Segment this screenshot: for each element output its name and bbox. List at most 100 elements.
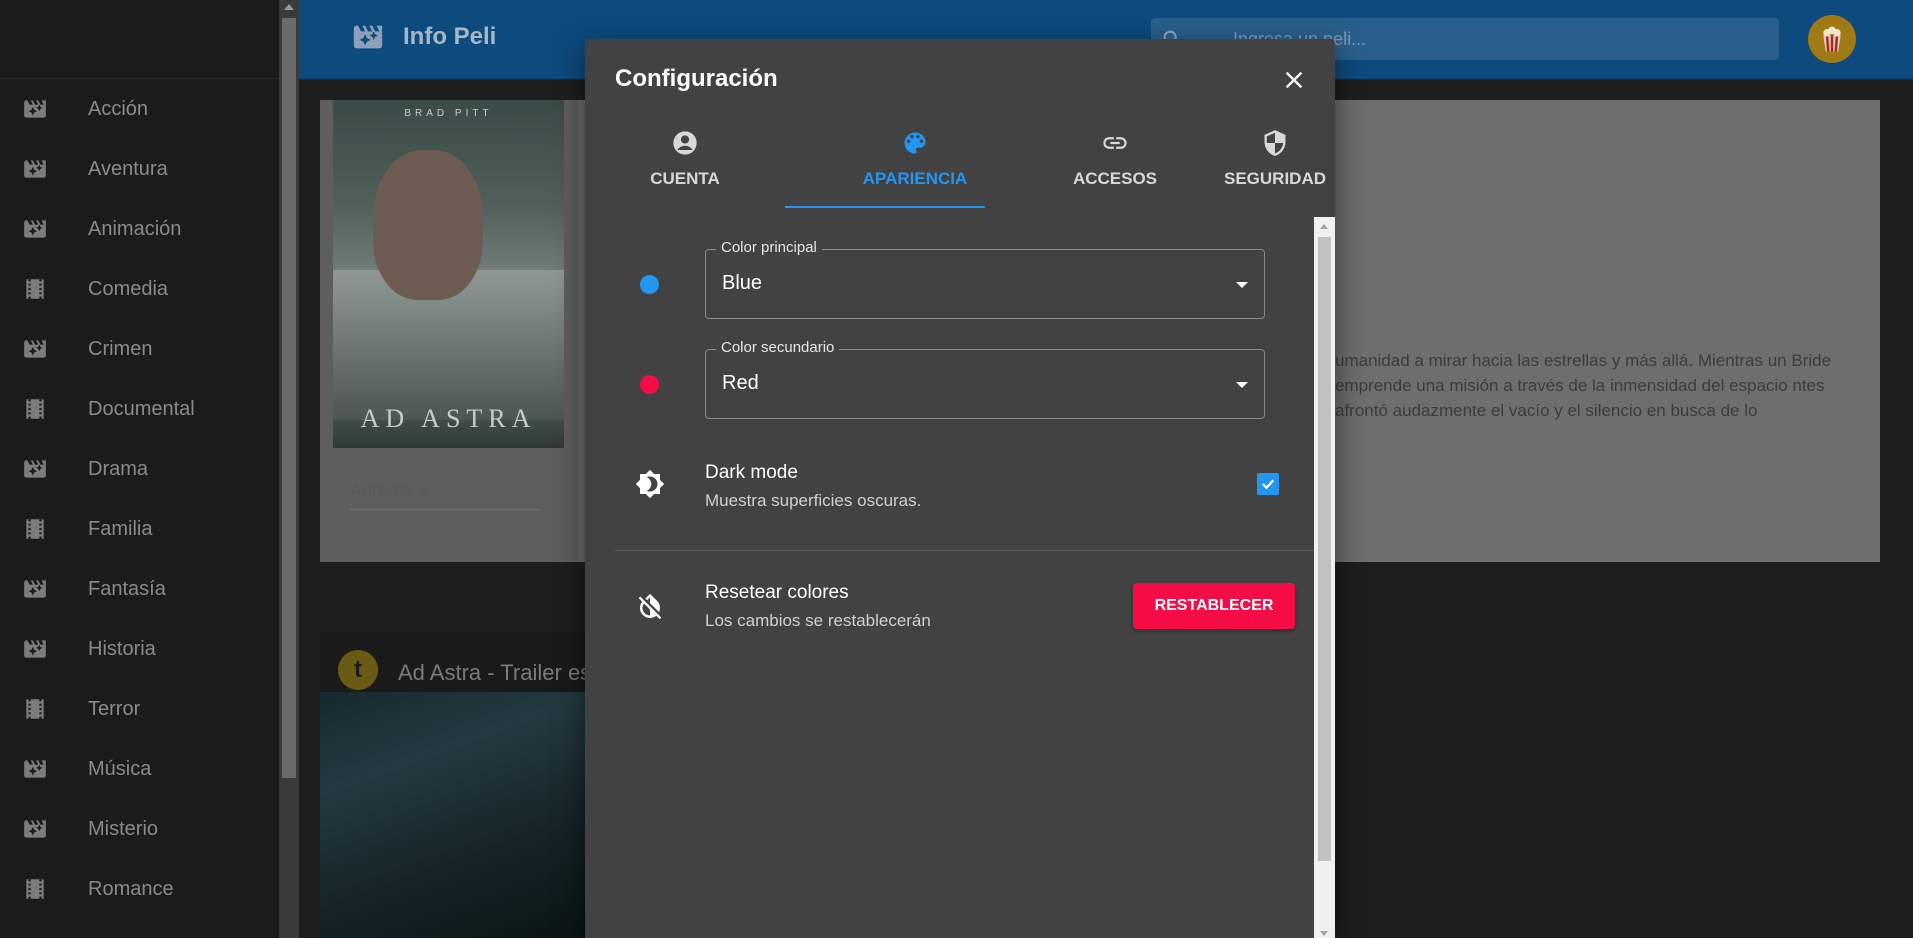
movie-synopsis: umanidad a mirar hacia las estrellas y m… [1335, 351, 1832, 420]
movie-info-panel [1335, 100, 1880, 562]
shield-icon [1264, 130, 1286, 156]
sidebar-item-musica[interactable]: Música [0, 739, 279, 799]
brand[interactable]: Info Peli [349, 20, 496, 54]
tab-label: CUENTA [650, 169, 720, 188]
sidebar-item-historia[interactable]: Historia [0, 619, 279, 679]
trailer-video[interactable]: t Ad Astra - Trailer es [320, 632, 591, 938]
video-title[interactable]: Ad Astra - Trailer es [398, 660, 591, 686]
poster-title: AD ASTRA [360, 404, 537, 433]
sidebar-item-label: Drama [88, 457, 149, 480]
tab-accesos[interactable]: ACCESOS [1015, 129, 1215, 209]
primary-color-select[interactable]: Color principal Blue [705, 239, 1265, 319]
dark-mode-checkbox[interactable] [1257, 473, 1279, 495]
popcorn-icon [1823, 26, 1841, 52]
sidebar-item-fantasia[interactable]: Fantasía [0, 559, 279, 619]
film-strip-icon [22, 516, 48, 542]
secondary-color-select[interactable]: Color secundario Red [705, 339, 1265, 419]
primary-color-row: Color principal Blue [615, 239, 1300, 319]
app-title: Info Peli [403, 23, 497, 50]
sidebar-item-label: Fantasía [88, 577, 166, 600]
sidebar-item-familia[interactable]: Familia [0, 499, 279, 559]
movie-icon [22, 456, 48, 482]
movie-icon [22, 216, 48, 242]
film-strip-icon [22, 696, 48, 722]
scrollbar-thumb[interactable] [282, 18, 296, 778]
avatar[interactable] [1808, 15, 1856, 63]
dark-mode-subtitle: Muestra superficies oscuras. [705, 491, 922, 510]
settings-tabs: CUENTA APARIENCIA ACCESOS SEGURIDAD [615, 129, 1335, 209]
scroll-up-arrow[interactable] [1320, 224, 1328, 229]
scrollbar-thumb[interactable] [1318, 237, 1331, 861]
tab-label: SEGURIDAD [1223, 169, 1326, 188]
film-strip-icon [22, 396, 48, 422]
sidebar-item-misterio[interactable]: Misterio [0, 799, 279, 859]
poster-actor: BRAD PITT [404, 108, 493, 119]
movie-icon [22, 576, 48, 602]
movie-icon [22, 156, 48, 182]
sidebar: Acción Aventura Animación Comedia Crimen Docu… [0, 0, 279, 938]
field-label: Color principal [716, 239, 822, 256]
movie-icon [22, 336, 48, 362]
sidebar-item-crimen[interactable]: Crimen [0, 319, 279, 379]
link-icon [1103, 137, 1127, 149]
sidebar-item-animacion[interactable]: Animación [0, 199, 279, 259]
sidebar-item-label: Terror [88, 697, 141, 720]
sidebar-scrollbar[interactable] [279, 0, 299, 938]
sidebar-item-documental[interactable]: Documental [0, 379, 279, 439]
check-icon [1261, 479, 1275, 490]
sidebar-item-label: Acción [88, 97, 149, 120]
sidebar-item-label: Documental [88, 397, 195, 420]
tab-seguridad[interactable]: SEGURIDAD [1205, 129, 1345, 209]
film-strip-icon [22, 276, 48, 302]
field-value: Blue [722, 272, 763, 294]
close-button[interactable] [1279, 65, 1309, 95]
reset-title: Resetear colores [705, 582, 849, 603]
channel-logo[interactable]: t [338, 650, 378, 690]
sidebar-item-romance[interactable]: Romance [0, 859, 279, 919]
close-icon [1285, 71, 1303, 89]
dialog-title: Configuración [615, 65, 778, 92]
movie-icon [22, 96, 48, 122]
sidebar-header [0, 0, 279, 79]
reset-subtitle: Los cambios se restablecerán [705, 611, 931, 630]
dark-mode-row[interactable]: Dark mode Muestra superficies oscuras. [615, 459, 1300, 529]
tab-cuenta[interactable]: CUENTA [615, 129, 755, 209]
sidebar-item-label: Música [88, 757, 152, 780]
palette-icon [904, 132, 926, 154]
sidebar-item-label: Aventura [88, 157, 168, 180]
film-strip-icon [22, 876, 48, 902]
sidebar-item-aventura[interactable]: Aventura [0, 139, 279, 199]
sidebar-item-label: Misterio [88, 817, 159, 840]
tab-label: APARIENCIA [862, 169, 968, 188]
sidebar-item-drama[interactable]: Drama [0, 439, 279, 499]
divider [615, 550, 1315, 551]
settings-dialog: Configuración CUENTA APARIENCIA ACCESOS … [585, 39, 1335, 938]
sidebar-item-label: Romance [88, 877, 174, 900]
reset-button[interactable]: RESTABLECER [1133, 583, 1295, 629]
sidebar-item-comedia[interactable]: Comedia [0, 259, 279, 319]
scroll-up-arrow[interactable] [284, 4, 294, 10]
add-to-select[interactable]: Agregar a [350, 470, 540, 510]
dialog-scrollbar[interactable] [1314, 217, 1335, 938]
tab-apariencia[interactable]: APARIENCIA [815, 129, 1015, 209]
field-value: Red [722, 372, 759, 394]
scroll-down-arrow[interactable] [1320, 931, 1328, 936]
movie-logo-icon [353, 25, 383, 49]
secondary-color-swatch [640, 375, 659, 394]
sidebar-item-accion[interactable]: Acción [0, 79, 279, 139]
invert-colors-off-icon [638, 593, 662, 620]
movie-icon [22, 636, 48, 662]
sidebar-item-label: Historia [88, 637, 156, 660]
chevron-down-icon [1236, 382, 1248, 388]
active-tab-indicator [785, 206, 985, 208]
sidebar-item-label: Comedia [88, 277, 169, 300]
sidebar-item-terror[interactable]: Terror [0, 679, 279, 739]
field-label: Color secundario [716, 339, 840, 356]
tab-label: ACCESOS [1072, 169, 1158, 188]
genre-list: Acción Aventura Animación Comedia Crimen Docu… [0, 79, 279, 919]
primary-color-swatch [640, 275, 659, 294]
dark-mode-title: Dark mode [705, 462, 798, 483]
movie-poster: BRAD PITT AD ASTRA [333, 100, 564, 448]
secondary-color-row: Color secundario Red [615, 339, 1300, 419]
movie-icon [22, 816, 48, 842]
